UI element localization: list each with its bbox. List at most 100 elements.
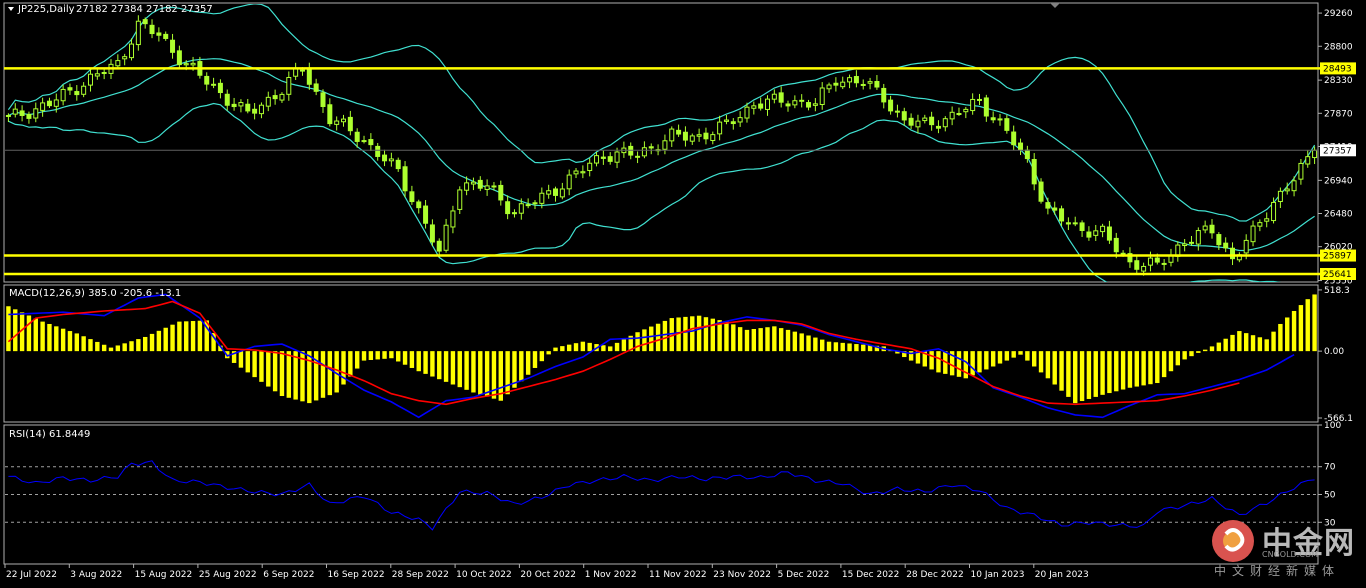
macd-histogram-bar	[635, 332, 640, 352]
macd-histogram-bar	[40, 321, 45, 352]
macd-histogram-bar	[327, 351, 333, 396]
candle-body	[594, 155, 600, 164]
macd-histogram-bar	[792, 331, 798, 352]
rsi-tick-label: 70	[1324, 463, 1336, 473]
candle-body	[587, 162, 593, 172]
macd-histogram-bar	[936, 351, 941, 373]
candle-body	[539, 192, 545, 204]
macd-histogram-bar	[129, 341, 134, 352]
candle-body	[129, 43, 135, 59]
candle-body	[149, 24, 155, 35]
candle-body	[115, 60, 121, 67]
candle-body	[252, 108, 258, 114]
macd-histogram-bar	[259, 351, 264, 382]
macd-histogram-bar	[847, 343, 852, 352]
macd-histogram-bar	[1114, 351, 1119, 392]
candle-body	[929, 116, 935, 126]
candle-body	[46, 100, 52, 107]
macd-histogram-bar	[1086, 351, 1092, 399]
macd-histogram-bar	[854, 344, 859, 352]
macd-histogram-bar	[279, 351, 285, 397]
watermark-brand-en: CNGOLD.COM	[1262, 550, 1319, 559]
macd-histogram-bar	[840, 342, 845, 352]
macd-histogram-bar	[375, 351, 380, 360]
candle-body	[730, 121, 736, 125]
macd-histogram-bar	[272, 351, 278, 392]
macd-histogram-bar	[471, 351, 476, 393]
candle-body	[1004, 118, 1010, 131]
candle-body	[204, 75, 210, 85]
macd-histogram-bar	[1291, 310, 1297, 352]
macd-histogram-bar	[6, 306, 11, 352]
macd-histogram-bar	[539, 351, 545, 362]
macd-histogram-bar	[758, 328, 763, 352]
macd-histogram-bar	[1230, 334, 1235, 352]
candle-body	[737, 117, 743, 123]
candle-body	[498, 184, 504, 201]
macd-histogram-bar	[1120, 351, 1126, 390]
macd-histogram-bar	[566, 344, 572, 352]
candle-body	[1230, 247, 1236, 260]
candle-body	[19, 110, 25, 116]
macd-histogram-bar	[1161, 351, 1167, 378]
macd-histogram-bar	[785, 329, 791, 352]
macd-histogram-bar	[710, 318, 715, 352]
candle-body	[1120, 252, 1126, 255]
macd-histogram-bar	[929, 351, 934, 370]
candle-body	[238, 102, 244, 107]
candle-body	[217, 82, 223, 94]
macd-histogram-bar	[184, 321, 189, 352]
candle-body	[607, 156, 613, 162]
macd-histogram-bar	[238, 351, 244, 368]
candle-body	[949, 111, 955, 120]
candle-body	[894, 110, 900, 113]
candle-body	[826, 84, 832, 90]
candle-body	[299, 69, 305, 72]
candle-body	[785, 103, 791, 107]
macd-histogram-bar	[587, 342, 592, 352]
macd-histogram-bar	[1025, 351, 1030, 361]
candle-body	[874, 81, 880, 88]
candle-body	[1195, 230, 1201, 245]
macd-histogram-bar	[1257, 337, 1263, 352]
candle-body	[163, 33, 169, 39]
x-axis-label: 10 Oct 2022	[456, 570, 512, 580]
macd-tick-label: 518.3	[1324, 286, 1350, 296]
macd-histogram-bar	[1278, 323, 1283, 352]
candle-body	[211, 83, 217, 86]
macd-histogram-bar	[649, 326, 654, 352]
candle-body	[1209, 224, 1215, 234]
price-chart-title: JP225,Daily	[17, 4, 75, 15]
macd-histogram-bar	[1305, 299, 1310, 352]
band-upper	[7, 4, 1316, 222]
price-tick-label: 29260	[1324, 9, 1353, 19]
brand-logo-icon	[1210, 518, 1256, 564]
x-axis-label: 28 Sep 2022	[392, 570, 449, 580]
macd-histogram-bar	[245, 351, 250, 373]
candle-body	[963, 108, 969, 113]
macd-histogram-bar	[423, 351, 428, 374]
macd-histogram-bar	[1168, 351, 1174, 372]
macd-histogram-bar	[430, 351, 435, 377]
price-tick-label: 28330	[1324, 76, 1353, 86]
candle-body	[313, 83, 319, 92]
macd-histogram-bar	[990, 351, 996, 367]
macd-histogram-bar	[484, 351, 490, 397]
macd-histogram-bar	[101, 344, 107, 352]
x-axis-label: 6 Sep 2022	[263, 570, 314, 580]
candle-body	[703, 132, 709, 140]
candle-body	[840, 81, 846, 88]
macd-histogram-bar	[1052, 351, 1057, 385]
macd-histogram-bar	[163, 327, 168, 352]
macd-histogram-bar	[573, 343, 579, 352]
candle-body	[717, 121, 723, 135]
candle-body	[1147, 257, 1153, 266]
candle-body	[744, 106, 750, 119]
candle-body	[1257, 222, 1263, 227]
macd-histogram-bar	[608, 346, 613, 352]
macd-histogram-bar	[266, 351, 271, 387]
candle-body	[1216, 234, 1222, 246]
macd-histogram-bar	[1073, 351, 1078, 404]
candle-body	[553, 188, 559, 196]
candle-body	[1243, 239, 1249, 254]
